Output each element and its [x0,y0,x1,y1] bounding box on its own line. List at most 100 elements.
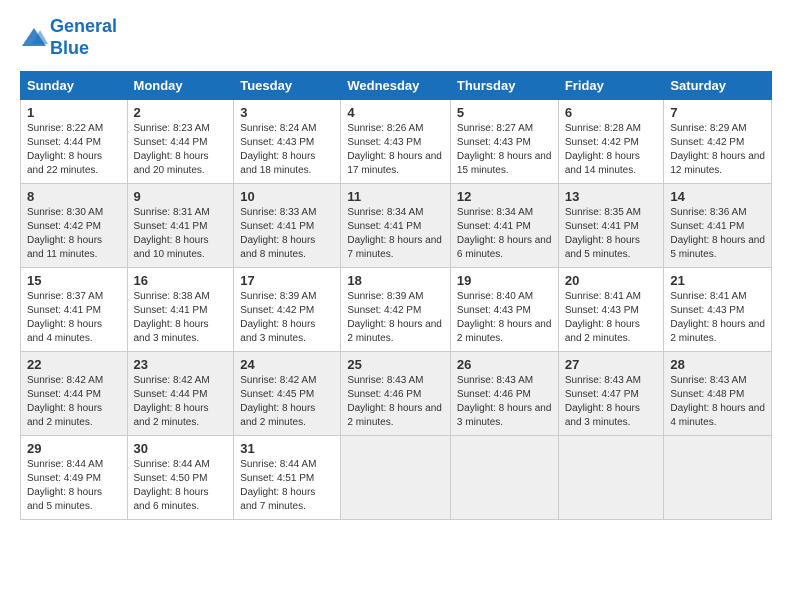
calendar-cell: 6 Sunrise: 8:28 AM Sunset: 4:42 PM Dayli… [558,100,664,184]
calendar-cell: 8 Sunrise: 8:30 AM Sunset: 4:42 PM Dayli… [21,184,128,268]
day-number: 8 [27,189,121,204]
day-info: Sunrise: 8:43 AM Sunset: 4:46 PM Dayligh… [457,374,552,430]
day-number: 22 [27,357,121,372]
column-header-wednesday: Wednesday [341,72,451,100]
column-header-monday: Monday [127,72,234,100]
calendar-cell [341,436,451,520]
calendar-cell: 31 Sunrise: 8:44 AM Sunset: 4:51 PM Dayl… [234,436,341,520]
column-header-sunday: Sunday [21,72,128,100]
day-info: Sunrise: 8:23 AM Sunset: 4:44 PM Dayligh… [134,122,228,178]
day-number: 21 [670,273,765,288]
day-info: Sunrise: 8:22 AM Sunset: 4:44 PM Dayligh… [27,122,121,178]
day-number: 20 [565,273,658,288]
logo: General Blue [20,16,117,59]
calendar-cell: 28 Sunrise: 8:43 AM Sunset: 4:48 PM Dayl… [664,352,772,436]
calendar-week-4: 22 Sunrise: 8:42 AM Sunset: 4:44 PM Dayl… [21,352,772,436]
column-header-thursday: Thursday [450,72,558,100]
day-info: Sunrise: 8:31 AM Sunset: 4:41 PM Dayligh… [134,206,228,262]
calendar-cell: 17 Sunrise: 8:39 AM Sunset: 4:42 PM Dayl… [234,268,341,352]
day-number: 17 [240,273,334,288]
calendar-week-3: 15 Sunrise: 8:37 AM Sunset: 4:41 PM Dayl… [21,268,772,352]
day-number: 7 [670,105,765,120]
day-number: 29 [27,441,121,456]
calendar-cell: 1 Sunrise: 8:22 AM Sunset: 4:44 PM Dayli… [21,100,128,184]
day-info: Sunrise: 8:43 AM Sunset: 4:48 PM Dayligh… [670,374,765,430]
day-info: Sunrise: 8:27 AM Sunset: 4:43 PM Dayligh… [457,122,552,178]
calendar-cell: 27 Sunrise: 8:43 AM Sunset: 4:47 PM Dayl… [558,352,664,436]
calendar-week-1: 1 Sunrise: 8:22 AM Sunset: 4:44 PM Dayli… [21,100,772,184]
calendar-week-2: 8 Sunrise: 8:30 AM Sunset: 4:42 PM Dayli… [21,184,772,268]
calendar-cell: 5 Sunrise: 8:27 AM Sunset: 4:43 PM Dayli… [450,100,558,184]
day-info: Sunrise: 8:28 AM Sunset: 4:42 PM Dayligh… [565,122,658,178]
calendar-cell: 14 Sunrise: 8:36 AM Sunset: 4:41 PM Dayl… [664,184,772,268]
day-info: Sunrise: 8:34 AM Sunset: 4:41 PM Dayligh… [347,206,444,262]
calendar-cell: 11 Sunrise: 8:34 AM Sunset: 4:41 PM Dayl… [341,184,451,268]
day-info: Sunrise: 8:29 AM Sunset: 4:42 PM Dayligh… [670,122,765,178]
day-info: Sunrise: 8:39 AM Sunset: 4:42 PM Dayligh… [347,290,444,346]
day-number: 10 [240,189,334,204]
day-info: Sunrise: 8:36 AM Sunset: 4:41 PM Dayligh… [670,206,765,262]
calendar-cell: 23 Sunrise: 8:42 AM Sunset: 4:44 PM Dayl… [127,352,234,436]
day-info: Sunrise: 8:35 AM Sunset: 4:41 PM Dayligh… [565,206,658,262]
day-number: 14 [670,189,765,204]
day-info: Sunrise: 8:42 AM Sunset: 4:44 PM Dayligh… [27,374,121,430]
day-number: 28 [670,357,765,372]
calendar-cell: 20 Sunrise: 8:41 AM Sunset: 4:43 PM Dayl… [558,268,664,352]
calendar-cell: 30 Sunrise: 8:44 AM Sunset: 4:50 PM Dayl… [127,436,234,520]
day-number: 25 [347,357,444,372]
day-info: Sunrise: 8:26 AM Sunset: 4:43 PM Dayligh… [347,122,444,178]
day-number: 9 [134,189,228,204]
column-header-friday: Friday [558,72,664,100]
day-number: 24 [240,357,334,372]
calendar-cell: 21 Sunrise: 8:41 AM Sunset: 4:43 PM Dayl… [664,268,772,352]
logo-icon [20,26,48,50]
day-info: Sunrise: 8:44 AM Sunset: 4:49 PM Dayligh… [27,458,121,514]
calendar-cell: 3 Sunrise: 8:24 AM Sunset: 4:43 PM Dayli… [234,100,341,184]
calendar-cell: 4 Sunrise: 8:26 AM Sunset: 4:43 PM Dayli… [341,100,451,184]
day-info: Sunrise: 8:34 AM Sunset: 4:41 PM Dayligh… [457,206,552,262]
day-info: Sunrise: 8:44 AM Sunset: 4:50 PM Dayligh… [134,458,228,514]
day-number: 18 [347,273,444,288]
day-number: 30 [134,441,228,456]
calendar-cell: 7 Sunrise: 8:29 AM Sunset: 4:42 PM Dayli… [664,100,772,184]
day-number: 27 [565,357,658,372]
calendar-cell: 2 Sunrise: 8:23 AM Sunset: 4:44 PM Dayli… [127,100,234,184]
calendar-cell: 18 Sunrise: 8:39 AM Sunset: 4:42 PM Dayl… [341,268,451,352]
calendar-cell [558,436,664,520]
day-info: Sunrise: 8:41 AM Sunset: 4:43 PM Dayligh… [565,290,658,346]
column-header-tuesday: Tuesday [234,72,341,100]
day-number: 23 [134,357,228,372]
day-number: 31 [240,441,334,456]
calendar-cell: 25 Sunrise: 8:43 AM Sunset: 4:46 PM Dayl… [341,352,451,436]
calendar-cell: 13 Sunrise: 8:35 AM Sunset: 4:41 PM Dayl… [558,184,664,268]
day-info: Sunrise: 8:44 AM Sunset: 4:51 PM Dayligh… [240,458,334,514]
calendar-cell: 15 Sunrise: 8:37 AM Sunset: 4:41 PM Dayl… [21,268,128,352]
day-info: Sunrise: 8:42 AM Sunset: 4:45 PM Dayligh… [240,374,334,430]
calendar-cell: 10 Sunrise: 8:33 AM Sunset: 4:41 PM Dayl… [234,184,341,268]
day-number: 12 [457,189,552,204]
day-info: Sunrise: 8:24 AM Sunset: 4:43 PM Dayligh… [240,122,334,178]
calendar-header-row: SundayMondayTuesdayWednesdayThursdayFrid… [21,72,772,100]
page-header: General Blue [20,16,772,59]
day-info: Sunrise: 8:38 AM Sunset: 4:41 PM Dayligh… [134,290,228,346]
calendar-week-5: 29 Sunrise: 8:44 AM Sunset: 4:49 PM Dayl… [21,436,772,520]
calendar-cell: 22 Sunrise: 8:42 AM Sunset: 4:44 PM Dayl… [21,352,128,436]
calendar-cell: 26 Sunrise: 8:43 AM Sunset: 4:46 PM Dayl… [450,352,558,436]
calendar-cell [450,436,558,520]
calendar-cell: 29 Sunrise: 8:44 AM Sunset: 4:49 PM Dayl… [21,436,128,520]
day-number: 6 [565,105,658,120]
day-info: Sunrise: 8:30 AM Sunset: 4:42 PM Dayligh… [27,206,121,262]
day-info: Sunrise: 8:40 AM Sunset: 4:43 PM Dayligh… [457,290,552,346]
day-number: 16 [134,273,228,288]
day-info: Sunrise: 8:37 AM Sunset: 4:41 PM Dayligh… [27,290,121,346]
calendar-cell: 24 Sunrise: 8:42 AM Sunset: 4:45 PM Dayl… [234,352,341,436]
calendar-cell: 9 Sunrise: 8:31 AM Sunset: 4:41 PM Dayli… [127,184,234,268]
day-info: Sunrise: 8:42 AM Sunset: 4:44 PM Dayligh… [134,374,228,430]
column-header-saturday: Saturday [664,72,772,100]
day-number: 19 [457,273,552,288]
day-number: 3 [240,105,334,120]
calendar-cell [664,436,772,520]
day-info: Sunrise: 8:39 AM Sunset: 4:42 PM Dayligh… [240,290,334,346]
day-number: 4 [347,105,444,120]
day-number: 15 [27,273,121,288]
